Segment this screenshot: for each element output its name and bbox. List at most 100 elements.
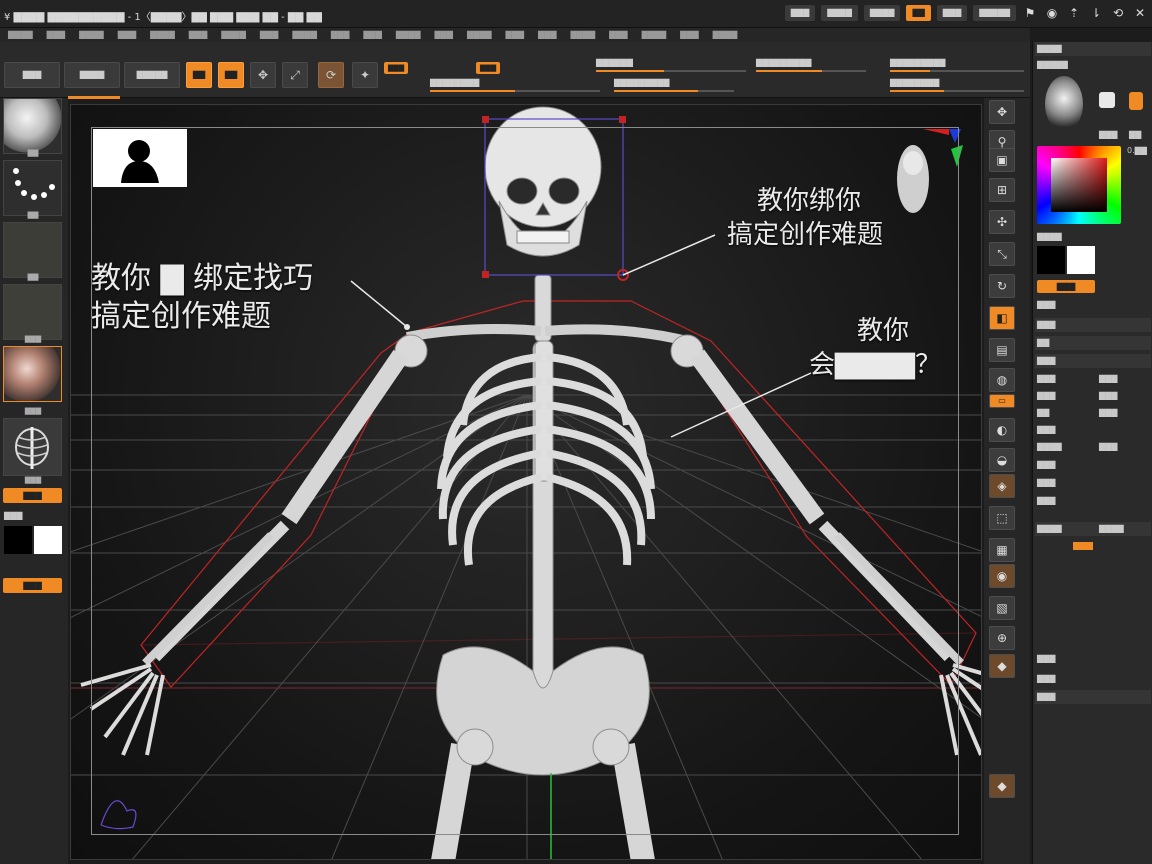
secondary-color-swatch-right[interactable]: [1067, 246, 1095, 274]
slider-6[interactable]: ▇▇▇▇▇▇▇▇: [890, 78, 1024, 92]
menu-item-21[interactable]: ▇▇▇▇: [713, 28, 738, 42]
menu-item-3[interactable]: ▇▇▇▇: [79, 28, 104, 42]
menu-item-19[interactable]: ▇▇▇▇: [642, 28, 667, 42]
move-view-icon[interactable]: ✣: [989, 210, 1015, 234]
titlebar-chip-3[interactable]: ▇▇▇▇: [863, 5, 901, 21]
titlebar-chip-1[interactable]: ▇▇▇: [784, 5, 816, 21]
panel-row-7: ▇▇▇: [1037, 320, 1056, 329]
slider-5[interactable]: ▇▇▇▇▇▇▇▇▇: [614, 78, 734, 92]
panel-orange-button[interactable]: ▇▇▇: [1037, 280, 1095, 293]
annotation-right-line1: 教你: [857, 316, 910, 346]
close-icon[interactable]: ✕: [1132, 5, 1148, 21]
slider-2-label: ▇▇▇▇▇▇▇▇▇: [756, 58, 812, 67]
scale-view-icon[interactable]: ⤡: [989, 242, 1015, 266]
move-icon[interactable]: ✥: [250, 62, 276, 88]
alpha-thumb[interactable]: [3, 222, 62, 278]
edit-mode-button[interactable]: ▇▇: [218, 62, 244, 88]
scale-icon[interactable]: ⤢: [282, 62, 308, 88]
menu-item-2[interactable]: ▇▇▇: [47, 28, 65, 42]
menu-item-17[interactable]: ▇▇▇▇: [570, 28, 595, 42]
gizmo-icon[interactable]: ✦: [352, 62, 378, 88]
color-picker[interactable]: [1037, 146, 1121, 224]
xyz-toggle-icon[interactable]: ▭: [989, 394, 1015, 408]
slider-3[interactable]: ▇▇▇▇▇▇▇▇▇: [890, 58, 1024, 72]
panel-value-label-4: ▇▇▇: [1099, 408, 1118, 417]
tool-button-2[interactable]: ▇▇▇▇: [64, 62, 120, 88]
thumb-label-2: ▇▇: [27, 211, 39, 219]
draw-mode-button[interactable]: ▇▇: [186, 62, 212, 88]
texture-thumb[interactable]: [3, 284, 62, 340]
dots-stroke-thumb[interactable]: [3, 160, 62, 216]
tool-button-3[interactable]: ▇▇▇▇▇: [124, 62, 180, 88]
line-fill-icon[interactable]: ▧: [989, 596, 1015, 620]
left-orange-button-2[interactable]: ▇▇▇: [3, 578, 62, 593]
menu-item-16[interactable]: ▇▇▇: [538, 28, 556, 42]
menu-item-13[interactable]: ▇▇▇: [434, 28, 452, 42]
menu-item-10[interactable]: ▇▇▇: [331, 28, 349, 42]
draw-polyf-icon[interactable]: ▦: [989, 538, 1015, 562]
skeleton-tool-thumb[interactable]: [3, 418, 62, 476]
transp-icon[interactable]: ◐: [989, 418, 1015, 442]
xpose-icon[interactable]: ⬚: [989, 506, 1015, 530]
orange-tag-2[interactable]: ▇▇▇: [476, 62, 501, 74]
orange-tag-1[interactable]: ▇▇▇: [384, 62, 409, 74]
menu-item-20[interactable]: ▇▇▇: [680, 28, 698, 42]
panel-section-header-2[interactable]: [1035, 336, 1151, 350]
menu-item-18[interactable]: ▇▇▇: [609, 28, 627, 42]
current-tool-preview[interactable]: [1045, 76, 1083, 132]
menu-item-14[interactable]: ▇▇▇▇: [467, 28, 492, 42]
slider-4[interactable]: ▇▇▇▇▇▇▇▇: [430, 78, 600, 92]
panel-row-21: ▇▇▇: [1037, 692, 1056, 701]
frame-icon[interactable]: ⊞: [989, 178, 1015, 202]
menu-item-12[interactable]: ▇▇▇▇: [396, 28, 421, 42]
download-icon[interactable]: ⇂: [1088, 5, 1104, 21]
menu-item-7[interactable]: ▇▇▇▇: [221, 28, 246, 42]
color-saturation-square[interactable]: [1051, 158, 1107, 212]
local-icon[interactable]: ◍: [989, 368, 1015, 392]
main-color-swatch[interactable]: [1037, 246, 1065, 274]
refresh-icon[interactable]: ⟲: [1110, 5, 1126, 21]
perspective-icon[interactable]: ◧: [989, 306, 1015, 330]
panel-slider-accent[interactable]: [1073, 542, 1093, 550]
lock-icon[interactable]: ◉: [989, 564, 1015, 588]
slider-1[interactable]: ▇▇▇▇▇▇: [596, 58, 746, 72]
rotate-view-icon[interactable]: ↻: [989, 274, 1015, 298]
left-orange-button-1[interactable]: ▇▇▇: [3, 488, 62, 503]
actual-icon[interactable]: ▣: [989, 148, 1015, 172]
menu-item-5[interactable]: ▇▇▇▇: [150, 28, 175, 42]
primary-color-swatch[interactable]: [4, 526, 32, 554]
menu-item-4[interactable]: ▇▇▇: [118, 28, 136, 42]
dynamic-icon[interactable]: ◆: [989, 774, 1015, 798]
titlebar-chip-6[interactable]: ▇▇▇▇▇: [973, 5, 1016, 21]
titlebar-chip-5[interactable]: ▇▇▇: [936, 5, 968, 21]
panel-row-1: ▇▇▇▇: [1037, 44, 1062, 53]
scroll-icon[interactable]: ✥: [989, 100, 1015, 124]
menu-item-1[interactable]: ▇▇▇▇: [8, 28, 33, 42]
menu-item-9[interactable]: ▇▇▇▇: [292, 28, 317, 42]
slider-2[interactable]: ▇▇▇▇▇▇▇▇▇: [756, 58, 866, 72]
tool-button-1[interactable]: ▇▇▇: [4, 62, 60, 88]
menu-bar: ▇▇▇▇ ▇▇▇ ▇▇▇▇ ▇▇▇ ▇▇▇▇ ▇▇▇ ▇▇▇▇ ▇▇▇ ▇▇▇▇ ▇▇▇ ▇▇▇ ▇▇…: [0, 28, 1030, 42]
upload-icon[interactable]: ⇡: [1066, 5, 1082, 21]
menu-item-15[interactable]: ▇▇▇: [506, 28, 524, 42]
rotate-icon[interactable]: ⟳: [318, 62, 344, 88]
titlebar-chip-accent[interactable]: ▇▇: [906, 5, 931, 21]
secondary-color-swatch[interactable]: [34, 526, 62, 554]
menu-item-11[interactable]: ▇▇▇: [363, 28, 381, 42]
brush-preview-icon[interactable]: ◆: [989, 654, 1015, 678]
flag-icon[interactable]: ⚑: [1022, 5, 1038, 21]
menu-item-6[interactable]: ▇▇▇: [189, 28, 207, 42]
floor-icon[interactable]: ▤: [989, 338, 1015, 362]
solo-icon[interactable]: ◈: [989, 474, 1015, 498]
material-thumb[interactable]: [3, 346, 62, 402]
menu-item-8[interactable]: ▇▇▇: [260, 28, 278, 42]
pin-icon[interactable]: ⊕: [989, 626, 1015, 650]
thumb-label-1: ▇▇: [27, 149, 39, 157]
tool-preview-small-1[interactable]: [1099, 92, 1115, 108]
sphere-brush-thumb[interactable]: [3, 98, 62, 154]
3d-viewport[interactable]: 教你 ▇ 绑定找巧 搞定创作难题 教你绑你 搞定创作难题 教你 会▇▇▇▇？: [70, 104, 982, 860]
tool-preview-small-2[interactable]: [1129, 92, 1143, 110]
titlebar-chip-2[interactable]: ▇▇▇▇: [821, 5, 858, 21]
record-icon[interactable]: ◉: [1044, 5, 1060, 21]
ghost-icon[interactable]: ◒: [989, 448, 1015, 472]
